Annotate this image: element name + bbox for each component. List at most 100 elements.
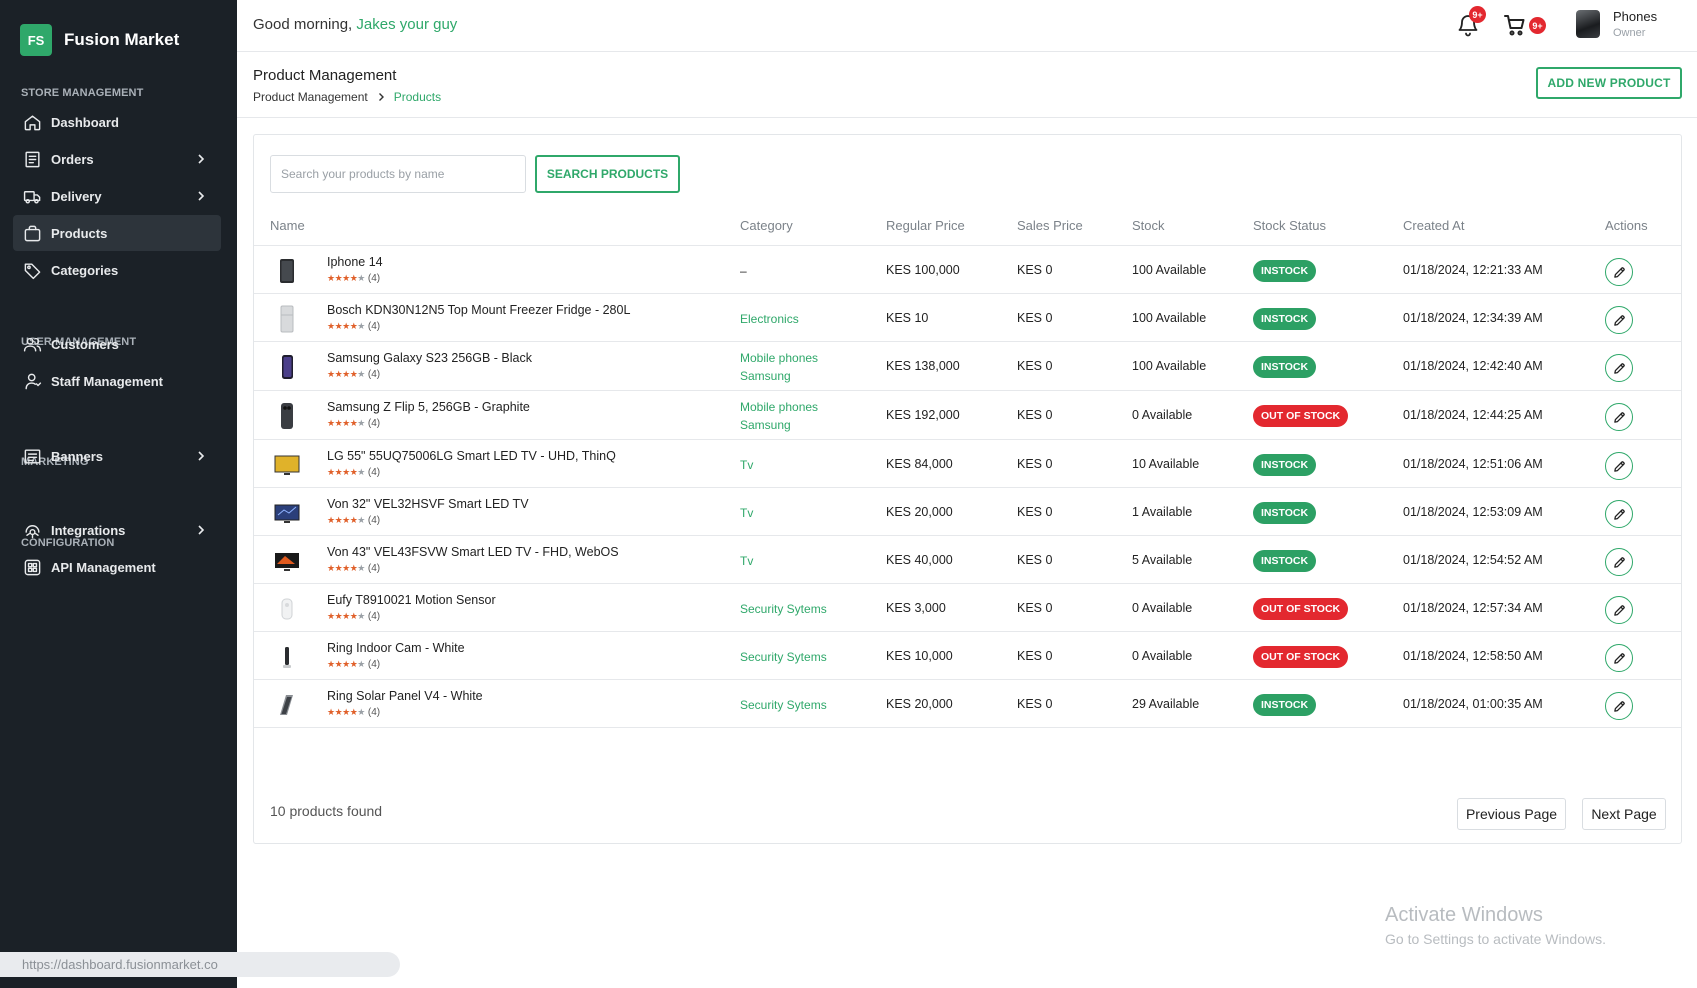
product-rating: ★★★★★ (4): [327, 659, 380, 670]
sidebar-item-label: Orders: [51, 151, 94, 167]
edit-button[interactable]: [1605, 692, 1633, 720]
notifications-button[interactable]: 9+: [1456, 6, 1486, 37]
edit-button[interactable]: [1605, 452, 1633, 480]
cart-button[interactable]: 9+: [1503, 13, 1546, 37]
sidebar-item-staff-management[interactable]: Staff Management: [13, 363, 221, 399]
table-row[interactable]: Von 43" VEL43FSVW Smart LED TV - FHD, We…: [254, 536, 1681, 584]
column-header-actions: Actions: [1605, 218, 1648, 233]
stock-count: 100 Available: [1132, 311, 1207, 325]
pencil-icon: [1613, 460, 1625, 472]
table-row[interactable]: Bosch KDN30N12N5 Top Mount Freezer Fridg…: [254, 294, 1681, 342]
sidebar-item-products[interactable]: Products: [13, 215, 221, 251]
table-row[interactable]: Ring Indoor Cam - White ★★★★★ (4) Security …: [254, 632, 1681, 680]
table-row[interactable]: LG 55" 55UQ75006LG Smart LED TV - UHD, T…: [254, 440, 1681, 488]
product-thumbnail: [272, 401, 302, 431]
sidebar-item-api-management[interactable]: API Management: [13, 549, 221, 585]
banner-icon: [22, 446, 42, 466]
product-category-cell: Tv: [740, 456, 753, 474]
product-rating: ★★★★★ (4): [327, 707, 380, 718]
greeting-username: Jakes your guy: [356, 16, 458, 33]
product-category[interactable]: Tv: [740, 552, 753, 570]
edit-button[interactable]: [1605, 500, 1633, 528]
product-name[interactable]: Eufy T8910021 Motion Sensor: [327, 593, 496, 607]
sidebar-item-customers[interactable]: Customers: [13, 326, 221, 362]
product-thumbnail: [272, 642, 302, 672]
table-row[interactable]: Eufy T8910021 Motion Sensor ★★★★★ (4) Secur…: [254, 584, 1681, 632]
created-at: 01/18/2024, 12:34:39 AM: [1403, 311, 1543, 325]
edit-button[interactable]: [1605, 644, 1633, 672]
column-header-name: Name: [270, 218, 305, 233]
table-row[interactable]: Samsung Z Flip 5, 256GB - Graphite ★★★★★(…: [254, 391, 1681, 440]
product-name[interactable]: Ring Solar Panel V4 - White: [327, 689, 483, 703]
greeting-text: Good morning,: [253, 16, 353, 33]
search-input[interactable]: [270, 155, 526, 193]
review-count: (4): [367, 467, 381, 478]
user-avatar[interactable]: [1576, 10, 1600, 38]
edit-button[interactable]: [1605, 548, 1633, 576]
previous-page-button[interactable]: Previous Page: [1457, 798, 1566, 830]
product-name[interactable]: Samsung Z Flip 5, 256GB - Graphite: [327, 400, 530, 414]
table-row[interactable]: Ring Solar Panel V4 - White ★★★★★ (4) Secur…: [254, 680, 1681, 728]
product-name[interactable]: Bosch KDN30N12N5 Top Mount Freezer Fridg…: [327, 303, 630, 317]
search-products-button[interactable]: SEARCH PRODUCTS: [535, 155, 680, 193]
product-category[interactable]: Samsung: [740, 367, 818, 385]
sidebar-item-label: Categories: [51, 262, 119, 278]
column-header-sales-price: Sales Price: [1017, 218, 1083, 233]
product-name[interactable]: Von 43" VEL43FSVW Smart LED TV - FHD, We…: [327, 545, 619, 559]
review-count: (4): [367, 418, 381, 429]
product-category[interactable]: Security Sytems: [740, 648, 827, 666]
sales-price: KES 0: [1017, 457, 1053, 471]
stock-count: 1 Available: [1132, 505, 1193, 519]
status-url: https://dashboard.fusionmarket.co: [22, 957, 218, 972]
sidebar-item-banners[interactable]: Banners: [13, 438, 221, 474]
products-count: 10 products found: [270, 803, 383, 819]
product-name[interactable]: Von 32" VEL32HSVF Smart LED TV: [327, 497, 529, 511]
product-category[interactable]: Mobile phones: [740, 349, 818, 367]
product-category[interactable]: Samsung: [740, 416, 818, 434]
brand-logo: FS: [20, 24, 52, 56]
pencil-icon: [1613, 411, 1625, 423]
integration-icon: [22, 520, 42, 540]
created-at: 01/18/2024, 12:42:40 AM: [1403, 359, 1543, 373]
product-name[interactable]: LG 55" 55UQ75006LG Smart LED TV - UHD, T…: [327, 449, 616, 463]
edit-button[interactable]: [1605, 354, 1633, 382]
edit-button[interactable]: [1605, 403, 1633, 431]
edit-button[interactable]: [1605, 258, 1633, 286]
product-category[interactable]: –: [740, 262, 747, 280]
brand[interactable]: FS Fusion Market: [20, 24, 179, 56]
product-category[interactable]: Electronics: [740, 310, 799, 328]
product-category[interactable]: Mobile phones: [740, 398, 818, 416]
next-page-button[interactable]: Next Page: [1582, 798, 1666, 830]
product-category[interactable]: Tv: [740, 504, 753, 522]
product-category[interactable]: Tv: [740, 456, 753, 474]
breadcrumb-item-product-management[interactable]: Product Management: [253, 90, 368, 104]
product-name[interactable]: Samsung Galaxy S23 256GB - Black: [327, 351, 532, 365]
add-new-product-button[interactable]: ADD NEW PRODUCT: [1536, 67, 1682, 99]
sidebar-item-orders[interactable]: Orders: [13, 141, 221, 177]
products-card: SEARCH PRODUCTS Name Category Regular Pr…: [253, 134, 1682, 844]
user-icon: [22, 371, 42, 391]
review-count: (4): [367, 563, 381, 574]
product-name[interactable]: Ring Indoor Cam - White: [327, 641, 465, 655]
sidebar-item-dashboard[interactable]: Dashboard: [13, 104, 221, 140]
sidebar-item-categories[interactable]: Categories: [13, 252, 221, 288]
created-at: 01/18/2024, 01:00:35 AM: [1403, 697, 1543, 711]
product-thumbnail: [272, 546, 302, 576]
sidebar-item-integrations[interactable]: Integrations: [13, 512, 221, 548]
edit-button[interactable]: [1605, 306, 1633, 334]
table-row[interactable]: Von 32" VEL32HSVF Smart LED TV ★★★★★ (4) Tv…: [254, 488, 1681, 536]
sidebar-item-delivery[interactable]: Delivery: [13, 178, 221, 214]
product-rating: ★★★★★ (4): [327, 563, 380, 574]
table-row[interactable]: Iphone 14 ★★★★★ (4) – KES 100,000 KES 0 100 Av…: [254, 246, 1681, 294]
product-name[interactable]: Iphone 14: [327, 255, 383, 269]
regular-price: KES 20,000: [886, 505, 953, 519]
edit-button[interactable]: [1605, 596, 1633, 624]
product-category[interactable]: Security Sytems: [740, 600, 827, 618]
product-category-cell: Tv: [740, 504, 753, 522]
product-category[interactable]: Security Sytems: [740, 696, 827, 714]
chevron-right-icon: [193, 522, 209, 538]
product-category-cell: Mobile phones Samsung: [740, 349, 818, 385]
review-count: (4): [367, 659, 381, 670]
status-badge: INSTOCK: [1253, 454, 1317, 476]
table-row[interactable]: Samsung Galaxy S23 256GB - Black ★★★★★ (4)…: [254, 342, 1681, 391]
